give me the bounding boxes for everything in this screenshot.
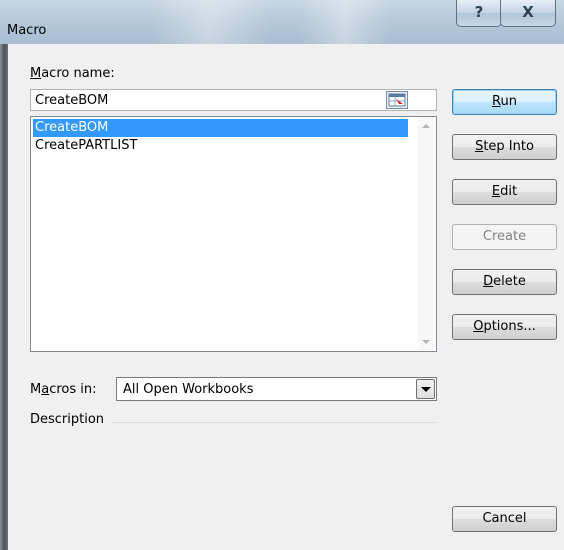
macro-name-value: CreateBOM [35,93,109,108]
dropdown-button[interactable] [416,379,435,399]
close-button[interactable]: X [500,0,556,27]
macros-in-value: All Open Workbooks [123,382,254,397]
options-button[interactable]: Options... [452,314,557,340]
title-bar: Macro ? X [0,0,564,44]
macros-in-label: Macros in: [30,382,97,397]
list-item[interactable]: CreateBOM [33,119,408,137]
title-bar-glow [150,0,270,44]
background-window-edge [0,44,8,550]
cancel-button[interactable]: Cancel [452,506,557,532]
scroll-down-icon[interactable] [422,340,430,344]
list-item[interactable]: CreatePARTLIST [33,137,137,155]
create-button[interactable]: Create [452,224,557,250]
help-button[interactable]: ? [456,0,502,27]
list-scrollbar[interactable] [418,118,435,350]
list-item-label: CreateBOM [35,120,109,135]
macro-dialog-body: Macro name: CreateBOM CreateBOM CreatePA… [8,44,564,550]
range-select-glyph [388,93,406,107]
delete-button[interactable]: Delete [452,269,557,295]
macros-in-select[interactable]: All Open Workbooks [116,377,437,401]
window-title: Macro [7,23,47,38]
help-icon: ? [474,3,484,21]
description-divider [111,422,437,423]
close-icon: X [522,3,534,21]
macro-list[interactable]: CreateBOM CreatePARTLIST [30,116,437,352]
scroll-up-icon[interactable] [422,124,430,128]
description-label: Description [30,412,105,427]
list-item-label: CreatePARTLIST [35,138,138,153]
run-button[interactable]: Run [452,89,557,115]
range-select-icon[interactable] [386,91,408,109]
edit-button[interactable]: Edit [452,179,557,205]
macro-name-label: Macro name: [30,66,115,81]
macro-name-input[interactable]: CreateBOM [30,89,437,111]
title-bar-glow [300,0,390,44]
chevron-down-icon [421,387,431,392]
step-into-button[interactable]: Step Into [452,134,557,160]
